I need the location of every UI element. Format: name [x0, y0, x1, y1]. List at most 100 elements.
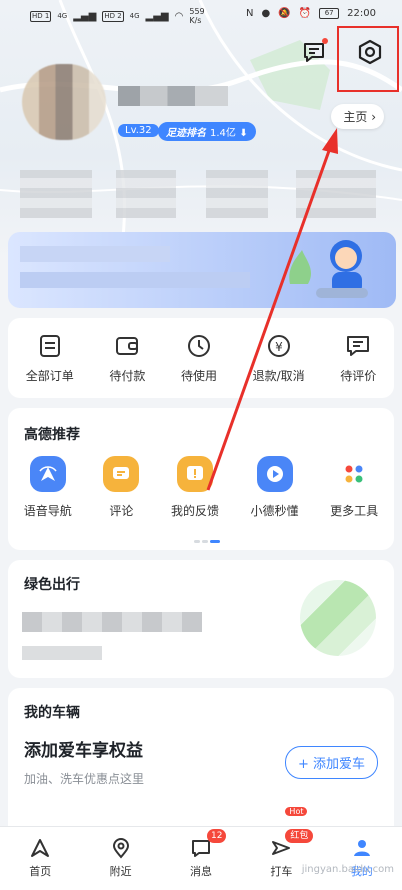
- green-travel-title: 绿色出行: [24, 577, 80, 593]
- home-icon: [31, 839, 50, 857]
- homepage-label: 主页: [343, 110, 368, 124]
- username-blurred: [118, 86, 228, 106]
- arrow-down-icon: ⬇: [239, 128, 248, 139]
- order-label: 待评价: [340, 368, 377, 383]
- mascot-illustration: [289, 240, 368, 298]
- rank-label: 足迹排名: [166, 128, 206, 139]
- tool-review[interactable]: 评论: [103, 456, 140, 519]
- tool-label: 我的反馈: [170, 504, 219, 518]
- mic-icon: ●: [261, 8, 271, 19]
- tool-voice-navigation[interactable]: 语音导航: [24, 456, 72, 519]
- tool-my-feedback[interactable]: 我的反馈: [171, 456, 219, 519]
- nav-home[interactable]: 首页: [0, 827, 80, 890]
- nav-label: 附近: [109, 865, 132, 878]
- homepage-button[interactable]: 主页 ›: [331, 104, 384, 129]
- comment-icon: [347, 335, 370, 356]
- nav-nearby[interactable]: 附近: [80, 827, 160, 890]
- order-to-review[interactable]: 待评价: [340, 333, 376, 384]
- hot-badge: Hot: [285, 807, 308, 816]
- location-icon: [112, 838, 129, 859]
- order-label: 待使用: [180, 368, 217, 383]
- watermark: jingyan.baidu.com: [301, 864, 394, 875]
- vehicle-headline: 添加爱车享权益: [24, 741, 143, 761]
- bottom-nav: 首页 附近 12 消息 红包 Hot 打车 我的: [0, 807, 402, 890]
- order-label: 退款/取消: [252, 368, 305, 383]
- nav-mine[interactable]: 我的: [322, 827, 402, 890]
- tool-xiaode-explainer[interactable]: 小德秒懂: [251, 456, 299, 519]
- review-icon: [103, 456, 140, 492]
- sim1-signal: 4G: [57, 12, 68, 20]
- vehicle-subtitle: 加油、洗车优惠点这里: [24, 772, 145, 786]
- svg-text:¥: ¥: [275, 340, 283, 354]
- nav-messages[interactable]: 12 消息: [161, 827, 241, 890]
- stat-blurred[interactable]: [296, 170, 376, 218]
- chat-icon: [304, 43, 324, 62]
- yuan-refund-icon: ¥: [267, 334, 290, 357]
- order-label: 全部订单: [25, 368, 74, 383]
- stat-blurred[interactable]: [116, 170, 176, 218]
- mute-icon: 🔕: [278, 8, 291, 19]
- document-icon: [39, 334, 60, 357]
- order-all[interactable]: 全部订单: [26, 333, 74, 384]
- avatar[interactable]: [22, 64, 106, 140]
- nav-label: 消息: [190, 865, 213, 878]
- green-travel-image-blurred: [300, 580, 376, 656]
- green-travel-text-blurred: [22, 646, 102, 660]
- plus-icon: +: [297, 757, 309, 772]
- sim2-signal: 4G: [129, 12, 140, 20]
- annotation-highlight-box: [337, 26, 399, 92]
- orders-card: 全部订单 待付款 待使用 ¥ 退款/取消 待评价: [8, 318, 394, 398]
- order-to-use[interactable]: 待使用: [181, 333, 217, 384]
- wallet-icon: [116, 336, 139, 355]
- order-refund[interactable]: ¥ 退款/取消: [253, 333, 305, 384]
- promo-banner[interactable]: [8, 232, 396, 308]
- tool-label: 语音导航: [23, 504, 72, 518]
- message-center-button[interactable]: [300, 38, 328, 66]
- signal-icon: ▂▄▆: [73, 10, 97, 22]
- network-speed-value: 559: [189, 7, 205, 16]
- play-icon: [256, 456, 293, 492]
- chevron-right-icon: ›: [371, 110, 376, 124]
- signal-icon: ▂▄▆: [145, 10, 169, 22]
- nav-label: 首页: [29, 865, 52, 878]
- grid-icon: [336, 456, 373, 492]
- profile-icon: [353, 840, 370, 856]
- stat-blurred[interactable]: [20, 170, 92, 218]
- order-unpaid[interactable]: 待付款: [109, 333, 145, 384]
- rank-value: 1.4亿: [210, 128, 236, 139]
- level-badge[interactable]: Lv.32: [118, 124, 159, 137]
- clock-time: 22:00: [347, 8, 376, 19]
- unread-badge: 12: [207, 829, 227, 843]
- sim1-tag: HD 1: [30, 10, 52, 22]
- banner-text-blurred: [20, 272, 250, 288]
- sim2-tag: HD 2: [102, 10, 124, 22]
- tool-label: 更多工具: [330, 504, 379, 518]
- vehicle-card: 我的车辆 添加爱车享权益 加油、洗车优惠点这里 + 添加爱车: [8, 688, 394, 838]
- recommend-card: 高德推荐 语音导航 评论 我的反馈 小德秒懂 更多工具: [8, 408, 394, 550]
- alarm-icon: ⏰: [298, 8, 312, 19]
- vehicle-title: 我的车辆: [24, 705, 80, 721]
- network-speed-unit: K/s: [189, 16, 202, 25]
- battery-icon: 67: [319, 8, 340, 19]
- voice-nav-icon: [29, 456, 66, 492]
- feedback-icon: [176, 456, 213, 492]
- nav-label: 打车: [270, 865, 293, 878]
- order-label: 待付款: [109, 368, 146, 383]
- nfc-icon: N: [246, 8, 254, 19]
- recommend-title: 高德推荐: [24, 427, 80, 443]
- tool-label: 小德秒懂: [250, 504, 299, 518]
- green-travel-text-blurred: [22, 612, 202, 632]
- tool-more[interactable]: 更多工具: [330, 456, 378, 519]
- banner-text-blurred: [20, 246, 170, 262]
- page-indicator: [194, 540, 220, 543]
- red-packet-badge: 红包: [285, 829, 314, 843]
- footprint-rank-badge[interactable]: 足迹排名 1.4亿 ⬇: [158, 122, 256, 141]
- clock-icon: [187, 334, 210, 357]
- wifi-icon: ◠: [174, 10, 184, 22]
- notification-dot: [322, 38, 328, 44]
- nav-taxi[interactable]: 红包 Hot 打车: [241, 807, 321, 890]
- add-car-button[interactable]: + 添加爱车: [284, 746, 378, 779]
- tool-label: 评论: [109, 504, 134, 518]
- stat-blurred[interactable]: [206, 170, 268, 218]
- green-travel-card[interactable]: 绿色出行: [8, 560, 394, 678]
